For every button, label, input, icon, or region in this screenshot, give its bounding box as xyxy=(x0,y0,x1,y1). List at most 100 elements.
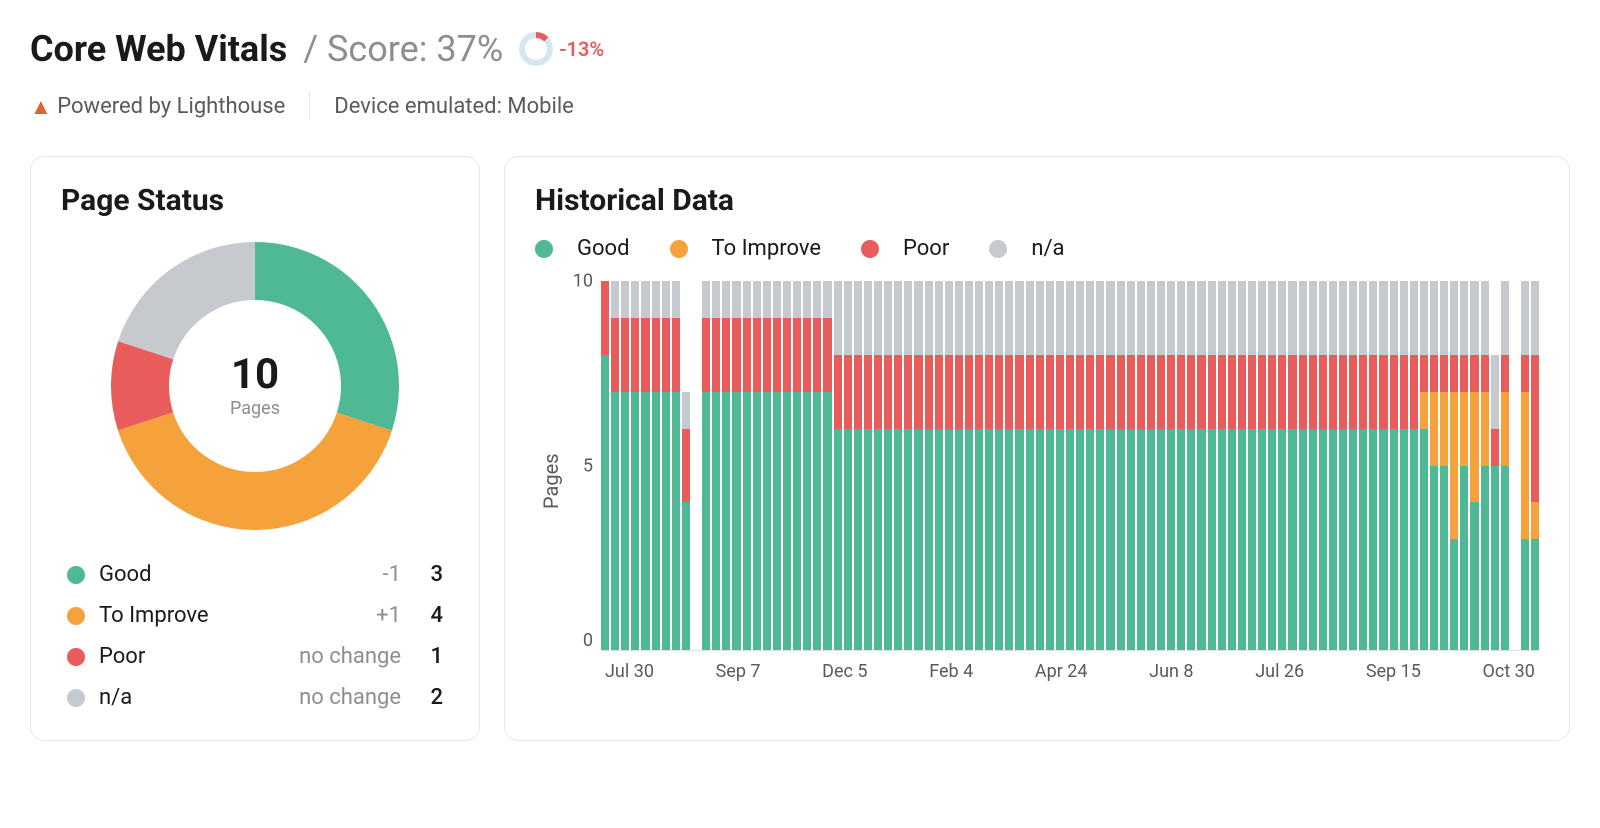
chart-bar[interactable] xyxy=(1460,281,1468,650)
chart-bar[interactable] xyxy=(1299,281,1307,650)
chart-bar[interactable] xyxy=(1127,281,1135,650)
legend-row[interactable]: Poorno change1 xyxy=(67,644,443,669)
legend-item[interactable]: Poor xyxy=(861,236,949,261)
chart-bar[interactable] xyxy=(834,281,842,650)
chart-bar[interactable] xyxy=(945,281,953,650)
chart-bar[interactable] xyxy=(1177,281,1185,650)
chart-bar[interactable] xyxy=(1187,281,1195,650)
chart-bar[interactable] xyxy=(1309,281,1317,650)
chart-bar[interactable] xyxy=(1046,281,1054,650)
chart-bar[interactable] xyxy=(1026,281,1034,650)
chart-bar[interactable] xyxy=(1430,281,1438,650)
chart-bar[interactable] xyxy=(1137,281,1145,650)
chart-bar[interactable] xyxy=(1521,281,1529,650)
chart-bar[interactable] xyxy=(1400,281,1408,650)
legend-row[interactable]: n/ano change2 xyxy=(67,685,443,710)
chart-bar[interactable] xyxy=(1106,281,1114,650)
chart-bar[interactable] xyxy=(641,281,649,650)
chart-bar[interactable] xyxy=(1319,281,1327,650)
chart-bar[interactable] xyxy=(884,281,892,650)
chart-bar[interactable] xyxy=(1076,281,1084,650)
legend-row[interactable]: Good-13 xyxy=(67,562,443,587)
chart-bar[interactable] xyxy=(1218,281,1226,650)
chart-bar[interactable] xyxy=(712,281,720,650)
chart-bar[interactable] xyxy=(631,281,639,650)
chart-bar[interactable] xyxy=(732,281,740,650)
chart-bar[interactable] xyxy=(611,281,619,650)
chart-bar[interactable] xyxy=(864,281,872,650)
chart-bar[interactable] xyxy=(935,281,943,650)
historical-chart[interactable]: Pages 0510 Jul 30Sep 7Dec 5Feb 4Apr 24Ju… xyxy=(535,281,1539,682)
chart-bar[interactable] xyxy=(773,281,781,650)
legend-row[interactable]: To Improve+14 xyxy=(67,603,443,628)
chart-bar[interactable] xyxy=(621,281,629,650)
chart-bar[interactable] xyxy=(1440,281,1448,650)
chart-bar[interactable] xyxy=(844,281,852,650)
chart-bar[interactable] xyxy=(652,281,660,650)
chart-bar[interactable] xyxy=(1056,281,1064,650)
chart-bar[interactable] xyxy=(702,281,710,650)
chart-bar[interactable] xyxy=(854,281,862,650)
chart-bar[interactable] xyxy=(995,281,1003,650)
chart-bar[interactable] xyxy=(793,281,801,650)
chart-bar[interactable] xyxy=(823,281,831,650)
chart-bar[interactable] xyxy=(1208,281,1216,650)
chart-bar[interactable] xyxy=(682,281,690,650)
chart-bar[interactable] xyxy=(1066,281,1074,650)
chart-bar[interactable] xyxy=(894,281,902,650)
chart-bar[interactable] xyxy=(1481,281,1489,650)
chart-bar[interactable] xyxy=(1167,281,1175,650)
chart-bar[interactable] xyxy=(1036,281,1044,650)
chart-bar[interactable] xyxy=(1420,281,1428,650)
legend-item[interactable]: Good xyxy=(535,236,630,261)
chart-bar[interactable] xyxy=(1157,281,1165,650)
chart-bar[interactable] xyxy=(1096,281,1104,650)
legend-item[interactable]: n/a xyxy=(989,236,1064,261)
chart-bar[interactable] xyxy=(1369,281,1377,650)
page-status-donut[interactable]: 10 Pages xyxy=(105,236,405,536)
chart-bar[interactable] xyxy=(965,281,973,650)
chart-bar[interactable] xyxy=(1268,281,1276,650)
chart-bar[interactable] xyxy=(1086,281,1094,650)
chart-bar[interactable] xyxy=(743,281,751,650)
legend-item[interactable]: To Improve xyxy=(670,236,822,261)
chart-bar[interactable] xyxy=(662,281,670,650)
chart-bar[interactable] xyxy=(1470,281,1478,650)
chart-bar[interactable] xyxy=(1329,281,1337,650)
chart-bar[interactable] xyxy=(753,281,761,650)
chart-bar[interactable] xyxy=(1450,281,1458,650)
chart-bar[interactable] xyxy=(1197,281,1205,650)
chart-bar[interactable] xyxy=(1339,281,1347,650)
chart-bar[interactable] xyxy=(874,281,882,650)
chart-bar[interactable] xyxy=(1390,281,1398,650)
chart-bar[interactable] xyxy=(672,281,680,650)
chart-bar[interactable] xyxy=(783,281,791,650)
chart-bar[interactable] xyxy=(601,281,609,650)
chart-bar[interactable] xyxy=(1005,281,1013,650)
chart-bar[interactable] xyxy=(975,281,983,650)
chart-bar[interactable] xyxy=(925,281,933,650)
chart-bar[interactable] xyxy=(1349,281,1357,650)
chart-bar[interactable] xyxy=(914,281,922,650)
chart-bar[interactable] xyxy=(1379,281,1387,650)
chart-bar[interactable] xyxy=(1501,281,1509,650)
chart-bar[interactable] xyxy=(1228,281,1236,650)
chart-bar[interactable] xyxy=(1491,281,1499,650)
chart-bar[interactable] xyxy=(1015,281,1023,650)
chart-bar[interactable] xyxy=(803,281,811,650)
chart-bar[interactable] xyxy=(1288,281,1296,650)
chart-bar[interactable] xyxy=(1147,281,1155,650)
chart-bar[interactable] xyxy=(1238,281,1246,650)
chart-bar[interactable] xyxy=(1258,281,1266,650)
chart-bar[interactable] xyxy=(1248,281,1256,650)
chart-bar[interactable] xyxy=(985,281,993,650)
chart-bar[interactable] xyxy=(813,281,821,650)
chart-bar[interactable] xyxy=(1410,281,1418,650)
chart-bar[interactable] xyxy=(1117,281,1125,650)
chart-bar[interactable] xyxy=(955,281,963,650)
chart-bar[interactable] xyxy=(1278,281,1286,650)
chart-bar[interactable] xyxy=(722,281,730,650)
chart-bar[interactable] xyxy=(1531,281,1539,650)
chart-bar[interactable] xyxy=(1359,281,1367,650)
chart-bar[interactable] xyxy=(904,281,912,650)
